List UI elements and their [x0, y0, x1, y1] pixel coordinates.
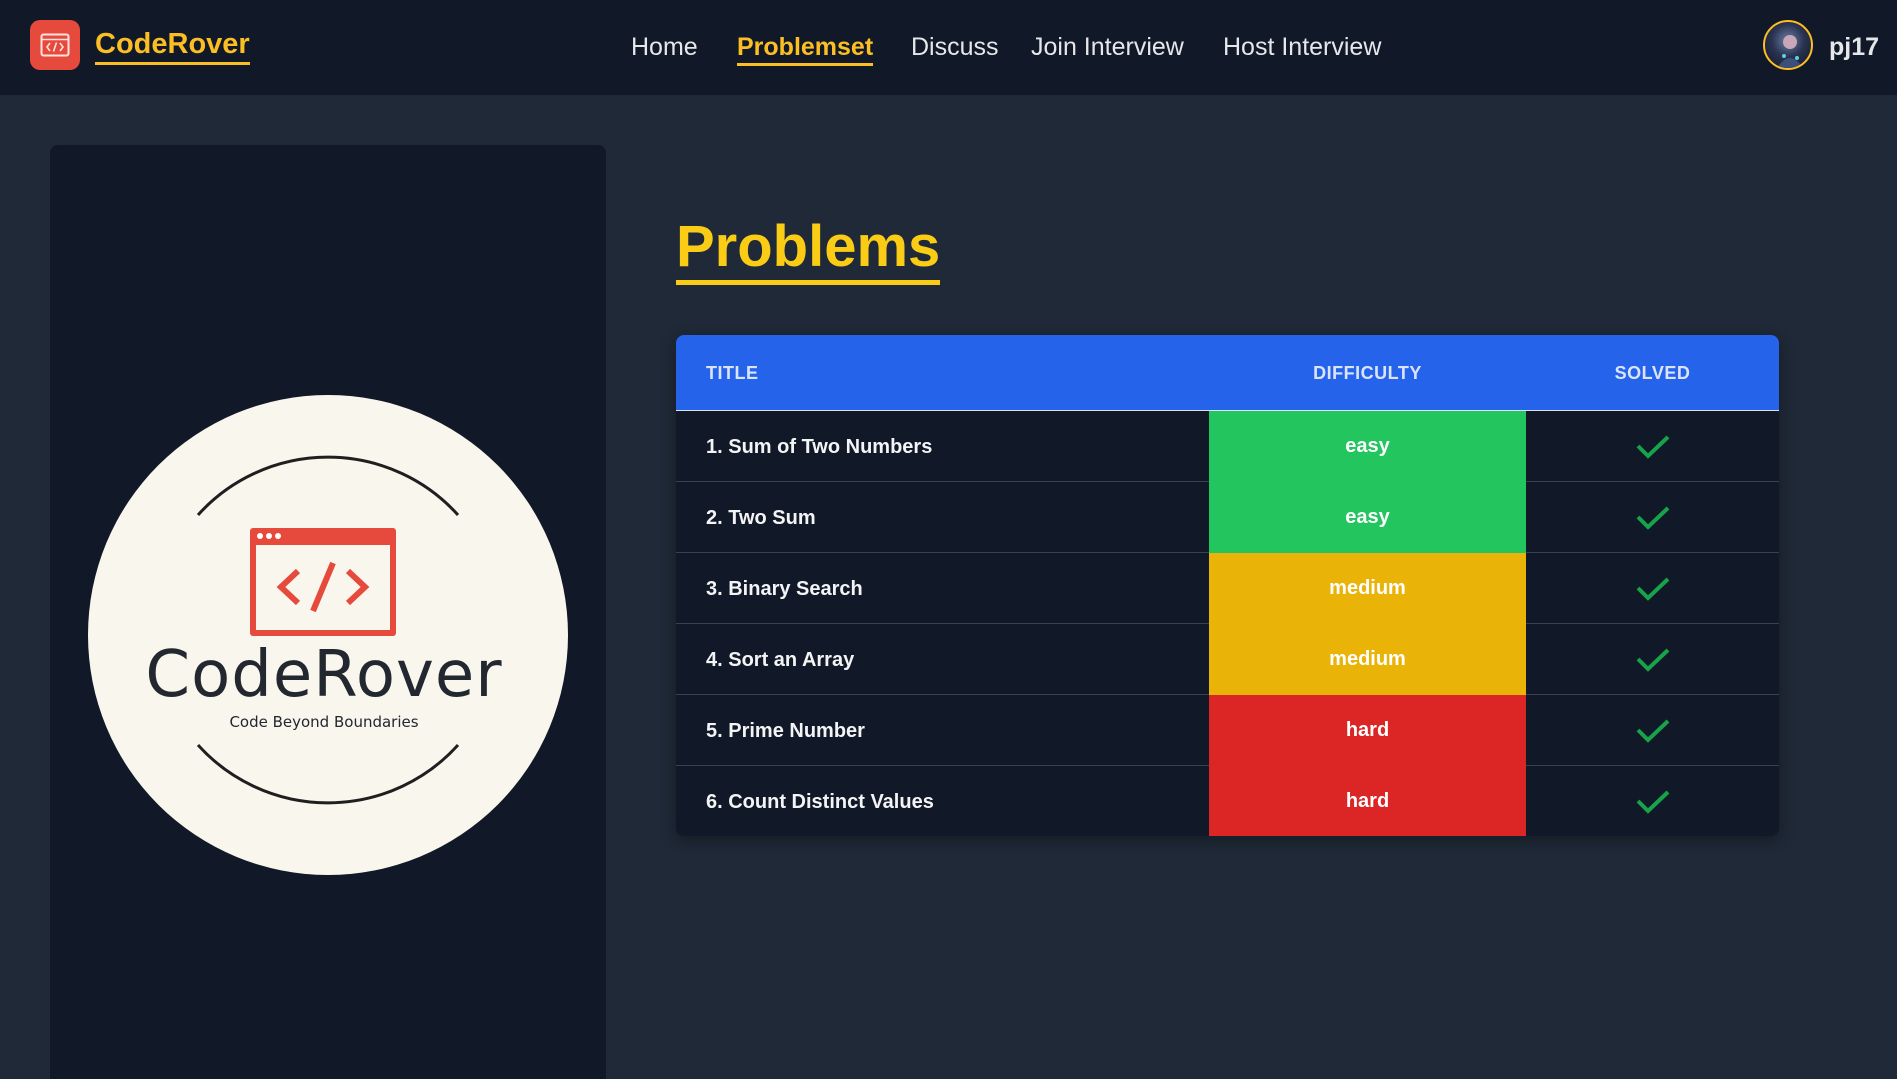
logo-artwork: [196, 455, 460, 805]
table-row[interactable]: 3. Binary Search medium: [676, 553, 1779, 624]
check-icon: [1636, 790, 1669, 814]
difficulty-badge: hard: [1209, 695, 1526, 766]
problem-title[interactable]: 4. Sort an Array: [706, 649, 854, 671]
problems-table: TITLE DIFFICULTY SOLVED 1. Sum of Two Nu…: [676, 335, 1779, 836]
nav-join-interview[interactable]: Join Interview: [1031, 31, 1184, 63]
difficulty-badge: medium: [1209, 624, 1526, 695]
problem-title[interactable]: 5. Prime Number: [706, 720, 865, 742]
check-icon: [1636, 719, 1669, 743]
username[interactable]: pj17: [1829, 31, 1879, 63]
nav-links: Home Problemset Discuss Join Interview H…: [0, 0, 1897, 95]
header-difficulty: DIFFICULTY: [1313, 363, 1422, 383]
table-row[interactable]: 6. Count Distinct Values hard: [676, 766, 1779, 836]
solved-cell: [1526, 766, 1779, 836]
nav-home[interactable]: Home: [631, 31, 698, 63]
table-row[interactable]: 5. Prime Number hard: [676, 695, 1779, 766]
nav-discuss[interactable]: Discuss: [911, 31, 999, 63]
solved-cell: [1526, 411, 1779, 482]
problem-title[interactable]: 3. Binary Search: [706, 578, 863, 600]
solved-cell: [1526, 624, 1779, 695]
problem-title[interactable]: 2. Two Sum: [706, 507, 816, 529]
nav-problemset[interactable]: Problemset: [737, 31, 874, 66]
page-title: Problems: [676, 214, 941, 285]
logo-wordmark: CodeRover: [145, 638, 503, 712]
user-avatar[interactable]: [1763, 20, 1813, 70]
table-row[interactable]: 2. Two Sum easy: [676, 482, 1779, 553]
difficulty-badge: medium: [1209, 553, 1526, 624]
check-icon: [1636, 648, 1669, 672]
table-header: TITLE DIFFICULTY SOLVED: [676, 335, 1779, 411]
solved-cell: [1526, 695, 1779, 766]
check-icon: [1636, 506, 1669, 530]
table-row[interactable]: 1. Sum of Two Numbers easy: [676, 411, 1779, 482]
header-solved: SOLVED: [1614, 363, 1691, 383]
sidebar-panel: CodeRover Code Beyond Boundaries: [50, 145, 606, 1079]
code-window-icon: [250, 528, 396, 636]
top-navbar: CodeRover Home Problemset Discuss Join I…: [0, 0, 1897, 95]
problem-title[interactable]: 1. Sum of Two Numbers: [706, 436, 932, 458]
coderover-logo: CodeRover Code Beyond Boundaries: [88, 395, 568, 875]
check-icon: [1636, 577, 1669, 601]
difficulty-badge: easy: [1209, 411, 1526, 482]
nav-host-interview[interactable]: Host Interview: [1223, 31, 1381, 63]
problem-title[interactable]: 6. Count Distinct Values: [706, 791, 934, 813]
solved-cell: [1526, 553, 1779, 624]
solved-cell: [1526, 482, 1779, 553]
difficulty-badge: hard: [1209, 766, 1526, 836]
table-row[interactable]: 4. Sort an Array medium: [676, 624, 1779, 695]
difficulty-badge: easy: [1209, 482, 1526, 553]
header-title: TITLE: [706, 363, 759, 383]
logo-tagline: Code Beyond Boundaries: [229, 713, 419, 731]
check-icon: [1636, 435, 1669, 459]
